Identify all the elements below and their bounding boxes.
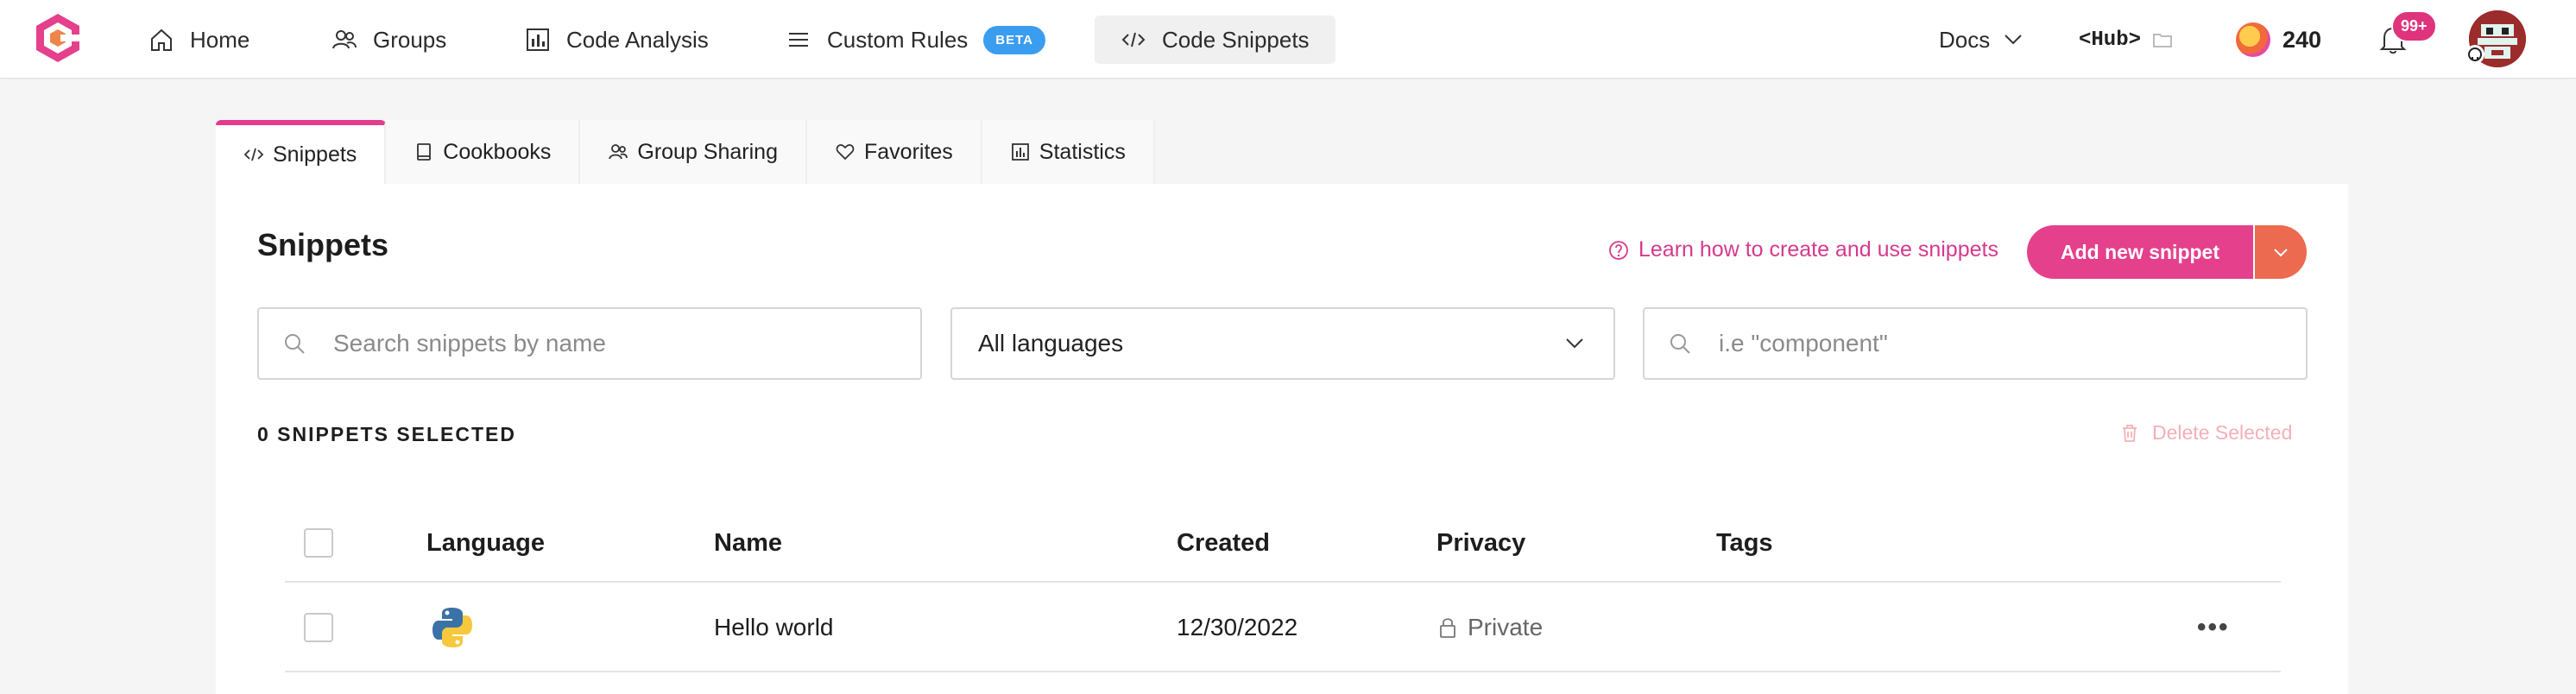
table-row[interactable]: Hello world 12/30/2022 Private ••• xyxy=(285,583,2281,672)
header-tags[interactable]: Tags xyxy=(1716,503,1773,583)
snippet-created: 12/30/2022 xyxy=(1177,614,1298,640)
coins-counter[interactable]: 240 xyxy=(2236,16,2321,64)
delete-selected-button[interactable]: Delete Selected xyxy=(2119,421,2292,445)
docs-dropdown[interactable]: Docs xyxy=(1939,16,2024,64)
search-placeholder: Search snippets by name xyxy=(333,330,606,356)
chevron-down-icon xyxy=(2005,35,2022,45)
language-cell xyxy=(430,583,475,672)
tab-favorites[interactable]: Favorites xyxy=(806,120,982,184)
tab-group-sharing[interactable]: Group Sharing xyxy=(580,120,807,184)
codiga-logo[interactable] xyxy=(35,12,81,64)
snippet-name[interactable]: Hello world xyxy=(714,583,834,672)
tag-search-input[interactable]: i.e "component" xyxy=(1643,307,2308,380)
learn-link[interactable]: Learn how to create and use snippets xyxy=(1607,237,1998,262)
row-more-menu[interactable]: ••• xyxy=(2197,583,2230,672)
add-snippet-menu-button[interactable] xyxy=(2253,225,2307,279)
nav-groups[interactable]: Groups xyxy=(331,16,446,64)
header-created[interactable]: Created xyxy=(1177,503,1270,583)
search-icon xyxy=(285,334,305,354)
table-header: Language Name Created Privacy Tags xyxy=(285,503,2281,583)
selected-count: 0 SNIPPETS SELECTED xyxy=(257,423,517,445)
book-icon xyxy=(417,143,432,161)
chevron-down-icon xyxy=(2274,249,2288,257)
snippets-table: Language Name Created Privacy Tags Hello… xyxy=(285,503,2281,672)
nav-groups-label: Groups xyxy=(373,26,447,53)
language-select[interactable]: All languages xyxy=(950,307,1615,380)
snippet-tabs: Snippets Cookbooks Group Sharing Favorit… xyxy=(216,120,1155,184)
header-name[interactable]: Name xyxy=(714,503,782,583)
tab-cookbooks[interactable]: Cookbooks xyxy=(386,120,581,184)
header-privacy[interactable]: Privacy xyxy=(1436,503,1525,583)
nav-code-snippets-label: Code Snippets xyxy=(1162,26,1310,53)
hub-label: <Hub> xyxy=(2079,28,2142,52)
privacy-label: Private xyxy=(1468,614,1544,640)
search-input[interactable]: Search snippets by name xyxy=(257,307,922,380)
code-analysis-icon xyxy=(527,28,549,51)
python-icon xyxy=(432,608,472,647)
snippets-panel: Snippets Learn how to create and use sni… xyxy=(216,184,2348,694)
lock-icon xyxy=(1440,618,1455,638)
tab-snippets[interactable]: Snippets xyxy=(216,120,387,184)
coin-icon xyxy=(2236,22,2270,57)
select-all-checkbox[interactable] xyxy=(304,528,333,558)
language-select-value: All languages xyxy=(978,330,1124,356)
row-checkbox[interactable] xyxy=(304,613,333,642)
page-title: Snippets xyxy=(257,227,389,262)
chevron-down-icon xyxy=(1566,338,1583,349)
tab-statistics[interactable]: Statistics xyxy=(982,120,1155,184)
header-language[interactable]: Language xyxy=(426,503,545,583)
tab-cookbooks-label: Cookbooks xyxy=(443,139,552,164)
row-select-cell xyxy=(304,583,333,672)
help-icon xyxy=(1609,240,1628,260)
learn-link-label: Learn how to create and use snippets xyxy=(1638,237,1998,262)
nav-home[interactable]: Home xyxy=(148,16,249,64)
tab-snippets-label: Snippets xyxy=(273,142,357,167)
list-icon xyxy=(789,33,808,47)
nav-code-snippets[interactable]: Code Snippets xyxy=(1095,16,1335,64)
chart-icon xyxy=(1011,143,1029,161)
delete-selected-label: Delete Selected xyxy=(2152,421,2293,444)
docs-label: Docs xyxy=(1939,26,1991,53)
nav-home-label: Home xyxy=(190,26,250,53)
privacy-cell: Private xyxy=(1438,583,1543,672)
coins-value: 240 xyxy=(2282,26,2322,53)
add-snippet-button[interactable]: Add new snippet xyxy=(2027,225,2253,279)
groups-icon xyxy=(332,30,357,49)
groups-icon xyxy=(609,144,628,160)
notification-badge: 99+ xyxy=(2391,10,2437,42)
nav-custom-rules-label: Custom Rules xyxy=(827,26,969,53)
trash-icon xyxy=(2123,424,2137,442)
github-icon xyxy=(2466,45,2484,64)
search-icon xyxy=(1670,334,1690,354)
tag-placeholder: i.e "component" xyxy=(1719,330,1888,356)
hub-link[interactable]: <Hub> xyxy=(2079,16,2174,64)
nav-code-analysis-label: Code Analysis xyxy=(566,26,709,53)
beta-badge: BETA xyxy=(983,25,1046,54)
top-navbar: Home Groups Code Analysis Custom Rules B… xyxy=(0,0,2576,79)
tab-statistics-label: Statistics xyxy=(1039,139,1126,164)
add-snippet-split-button: Add new snippet xyxy=(2027,225,2307,279)
nav-custom-rules[interactable]: Custom Rules BETA xyxy=(786,16,1046,64)
select-all-cell xyxy=(304,503,333,583)
tab-favorites-label: Favorites xyxy=(863,139,953,164)
home-icon xyxy=(151,28,172,51)
tab-group-sharing-label: Group Sharing xyxy=(637,139,778,164)
nav-code-analysis[interactable]: Code Analysis xyxy=(525,16,709,64)
code-icon xyxy=(1121,32,1146,47)
heart-icon xyxy=(836,144,855,161)
folder-icon xyxy=(2153,34,2173,47)
code-icon xyxy=(243,148,264,161)
